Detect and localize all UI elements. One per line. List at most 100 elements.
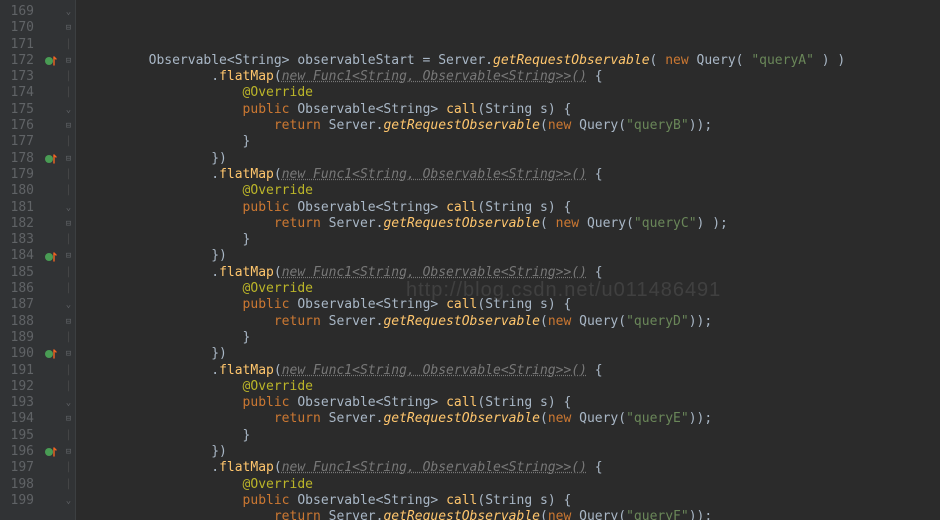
code-line[interactable]: }) — [86, 151, 940, 167]
code-line[interactable]: .flatMap(new Func1<String, Observable<St… — [86, 265, 940, 281]
token-method: flatMap — [219, 265, 274, 280]
code-line[interactable]: } — [86, 232, 940, 248]
line-number[interactable]: 181 — [0, 200, 34, 216]
fold-expanded-icon[interactable]: ⊟ — [62, 151, 75, 167]
fold-end-icon[interactable]: ⌄ — [62, 297, 75, 313]
token-str: "queryF" — [626, 509, 689, 520]
line-number[interactable]: 190 — [0, 346, 34, 362]
line-number[interactable]: 195 — [0, 428, 34, 444]
token: } — [86, 232, 250, 247]
code-line[interactable]: }) — [86, 248, 940, 264]
code-line[interactable]: @Override — [86, 183, 940, 199]
code-line[interactable]: public Observable<String> call(String s)… — [86, 102, 940, 118]
line-number[interactable]: 177 — [0, 134, 34, 150]
code-line[interactable]: } — [86, 428, 940, 444]
gutter-spacer — [40, 4, 62, 20]
line-number[interactable]: 180 — [0, 183, 34, 199]
code-line[interactable]: .flatMap(new Func1<String, Observable<St… — [86, 460, 940, 476]
fold-expanded-icon[interactable]: ⊟ — [62, 314, 75, 330]
token: Server. — [329, 118, 384, 133]
line-number[interactable]: 199 — [0, 493, 34, 509]
code-line[interactable]: return Server.getRequestObservable( new … — [86, 216, 940, 232]
line-number[interactable]: 191 — [0, 363, 34, 379]
code-line[interactable]: public Observable<String> call(String s)… — [86, 200, 940, 216]
line-number[interactable]: 179 — [0, 167, 34, 183]
code-line[interactable]: }) — [86, 346, 940, 362]
token: { — [587, 460, 603, 475]
line-number[interactable]: 185 — [0, 265, 34, 281]
code-line[interactable]: public Observable<String> call(String s)… — [86, 395, 940, 411]
fold-expanded-icon[interactable]: ⊟ — [62, 346, 75, 362]
code-line[interactable]: return Server.getRequestObservable(new Q… — [86, 314, 940, 330]
line-number[interactable]: 192 — [0, 379, 34, 395]
fold-expanded-icon[interactable]: ⊟ — [62, 248, 75, 264]
code-line[interactable]: public Observable<String> call(String s)… — [86, 493, 940, 509]
line-number[interactable]: 176 — [0, 118, 34, 134]
override-gutter-icon[interactable] — [40, 53, 62, 69]
fold-end-icon[interactable]: ⌄ — [62, 200, 75, 216]
line-number[interactable]: 178 — [0, 151, 34, 167]
token: ( — [540, 411, 548, 426]
fold-expanded-icon[interactable]: ⊟ — [62, 20, 75, 36]
code-line[interactable]: @Override — [86, 379, 940, 395]
line-number[interactable]: 196 — [0, 444, 34, 460]
fold-end-icon[interactable]: ⌄ — [62, 493, 75, 509]
line-number[interactable]: 173 — [0, 69, 34, 85]
code-line[interactable]: public Observable<String> call(String s)… — [86, 297, 940, 313]
code-line[interactable]: .flatMap(new Func1<String, Observable<St… — [86, 69, 940, 85]
token: }) — [86, 444, 227, 459]
fold-expanded-icon[interactable]: ⊟ — [62, 444, 75, 460]
fold-end-icon[interactable]: ⌄ — [62, 102, 75, 118]
token-ann: @Override — [243, 477, 313, 492]
line-number[interactable]: 183 — [0, 232, 34, 248]
line-number[interactable]: 188 — [0, 314, 34, 330]
code-line[interactable]: } — [86, 330, 940, 346]
line-number[interactable]: 174 — [0, 85, 34, 101]
code-line[interactable]: }) — [86, 444, 940, 460]
code-line[interactable]: Observable<String> observableStart = Ser… — [86, 53, 940, 69]
line-number-gutter: 1691701711721731741751761771781791801811… — [0, 0, 40, 520]
code-line[interactable]: @Override — [86, 281, 940, 297]
line-number[interactable]: 187 — [0, 297, 34, 313]
token — [86, 509, 274, 520]
line-number[interactable]: 182 — [0, 216, 34, 232]
token-method: call — [446, 102, 477, 117]
fold-end-icon[interactable]: ⌄ — [62, 4, 75, 20]
line-number[interactable]: 184 — [0, 248, 34, 264]
fold-expanded-icon[interactable]: ⊟ — [62, 53, 75, 69]
code-line[interactable]: .flatMap(new Func1<String, Observable<St… — [86, 363, 940, 379]
override-gutter-icon[interactable] — [40, 151, 62, 167]
code-line[interactable]: return Server.getRequestObservable(new Q… — [86, 509, 940, 520]
code-line[interactable]: .flatMap(new Func1<String, Observable<St… — [86, 167, 940, 183]
line-number[interactable]: 186 — [0, 281, 34, 297]
fold-end-icon[interactable]: ⌄ — [62, 395, 75, 411]
line-number[interactable]: 172 — [0, 53, 34, 69]
override-gutter-icon[interactable] — [40, 444, 62, 460]
line-number[interactable]: 175 — [0, 102, 34, 118]
fold-expanded-icon[interactable]: ⊟ — [62, 411, 75, 427]
override-gutter-icon[interactable] — [40, 346, 62, 362]
token-str: "queryC" — [634, 216, 697, 231]
code-area[interactable]: http://blog.csdn.net/u011486491 Observab… — [76, 0, 940, 520]
line-number[interactable]: 171 — [0, 37, 34, 53]
line-number[interactable]: 194 — [0, 411, 34, 427]
line-number[interactable]: 193 — [0, 395, 34, 411]
code-line[interactable]: @Override — [86, 477, 940, 493]
line-number[interactable]: 189 — [0, 330, 34, 346]
line-number[interactable]: 170 — [0, 20, 34, 36]
token: Observable<String> — [297, 297, 446, 312]
line-number[interactable]: 198 — [0, 477, 34, 493]
fold-guide: │ — [62, 232, 75, 248]
gutter-icons — [40, 0, 62, 520]
code-line[interactable]: @Override — [86, 85, 940, 101]
line-number[interactable]: 197 — [0, 460, 34, 476]
line-number[interactable]: 169 — [0, 4, 34, 20]
code-line[interactable]: return Server.getRequestObservable(new Q… — [86, 118, 940, 134]
code-line[interactable]: } — [86, 134, 940, 150]
fold-expanded-icon[interactable]: ⊟ — [62, 118, 75, 134]
token: . — [86, 363, 219, 378]
code-line[interactable]: return Server.getRequestObservable(new Q… — [86, 411, 940, 427]
token: )); — [689, 118, 712, 133]
fold-expanded-icon[interactable]: ⊟ — [62, 216, 75, 232]
override-gutter-icon[interactable] — [40, 248, 62, 264]
